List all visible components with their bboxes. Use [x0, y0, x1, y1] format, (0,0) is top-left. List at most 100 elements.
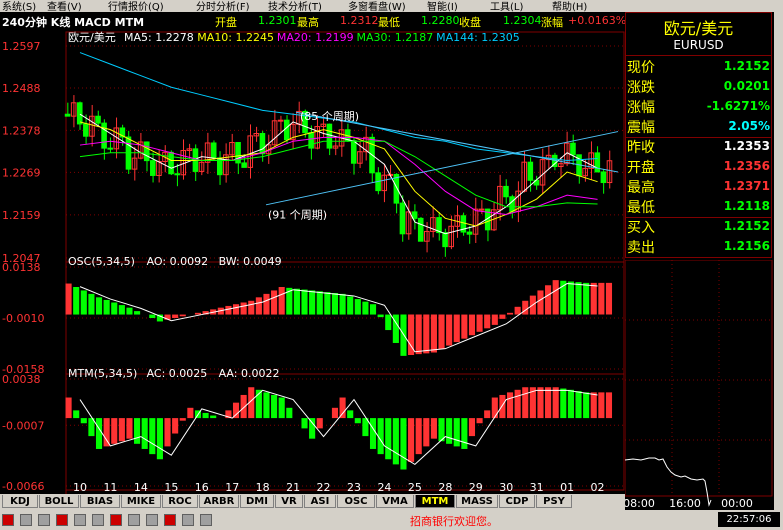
tab-kdj[interactable]: KDJ: [2, 495, 38, 508]
menu-item-6[interactable]: 智能(I): [427, 0, 458, 12]
x-tick-label: 16: [195, 481, 209, 494]
low-value: 1.2280: [421, 14, 460, 27]
kline-chart[interactable]: 1.25971.24881.23781.22691.21591.2047欧元/美…: [0, 29, 625, 494]
x-tick-label: 23: [347, 481, 361, 494]
ma-legend-item: MA10: 1.2245: [197, 31, 274, 44]
status-tool-icon[interactable]: [2, 514, 14, 526]
ma-legend-item: MA30: 1.2187: [357, 31, 434, 44]
menu-item-0[interactable]: 系统(S): [2, 0, 36, 12]
x-tick-label: 24: [377, 481, 391, 494]
menu-item-5[interactable]: 多窗看盘(W): [348, 0, 406, 12]
menu-item-1[interactable]: 查看(V): [47, 0, 82, 12]
tab-mtm[interactable]: MTM: [415, 495, 455, 508]
candle-body: [527, 161, 534, 181]
candle-body: [107, 147, 113, 150]
tab-mike[interactable]: MIKE: [121, 495, 161, 508]
x-tick-label: 21: [286, 481, 300, 494]
x-tick-label: 28: [438, 481, 452, 494]
candle-body: [101, 122, 107, 149]
candle-body: [466, 231, 473, 235]
quote-label: 昨收: [627, 140, 655, 156]
mini-frame: [625, 260, 773, 497]
tab-bias[interactable]: BIAS: [80, 495, 120, 508]
quote-value: 1.2371: [723, 179, 770, 193]
status-tool-icon[interactable]: [200, 514, 212, 526]
tab-roc[interactable]: ROC: [162, 495, 198, 508]
x-tick-label: 30: [499, 481, 513, 494]
tab-mass[interactable]: MASS: [456, 495, 498, 508]
status-tool-icon[interactable]: [74, 514, 86, 526]
status-tool-icon[interactable]: [146, 514, 158, 526]
status-tool-icon[interactable]: [182, 514, 194, 526]
annotation-lower: (91 个周期): [268, 208, 327, 221]
candle-body: [174, 173, 180, 176]
tab-asi[interactable]: ASI: [304, 495, 336, 508]
candle-body: [83, 123, 89, 137]
candle-body: [600, 171, 607, 184]
low-label: 最低: [378, 16, 400, 29]
status-tool-icon[interactable]: [20, 514, 32, 526]
x-tick-label: 10: [73, 481, 87, 494]
quote-value: 1.2156: [723, 239, 770, 253]
status-icons: [2, 514, 302, 526]
candle-body: [168, 151, 174, 175]
quote-label: 开盘: [627, 160, 655, 176]
candle-body: [308, 132, 314, 149]
tab-psy[interactable]: PSY: [536, 495, 572, 508]
status-tool-icon[interactable]: [164, 514, 176, 526]
candle-body: [594, 152, 601, 173]
x-tick-label: 29: [469, 481, 483, 494]
symbol-code: EURUSD: [673, 38, 724, 52]
x-tick-label: 25: [408, 481, 422, 494]
tab-boll[interactable]: BOLL: [39, 495, 79, 508]
indicator-tick-label: -0.0010: [2, 312, 44, 325]
change-value: +0.0163%: [568, 14, 627, 27]
quote-value: 2.05%: [728, 119, 770, 133]
quote-panel: 欧元/美元 EURUSD 现价 1.2152 涨跌 0.0201 涨幅 -1.6271% 震…: [625, 12, 774, 510]
tab-cdp[interactable]: CDP: [499, 495, 535, 508]
candle-body: [210, 142, 217, 159]
indicator-legend-item: AA: 0.0022: [219, 367, 280, 380]
mini-time-label: 00:00: [721, 497, 753, 510]
quote-value: 1.2152: [723, 59, 770, 73]
indicator-legend-item: BW: 0.0049: [219, 255, 282, 268]
indicator-tick-label: -0.0066: [2, 480, 44, 493]
tab-osc[interactable]: OSC: [337, 495, 375, 508]
tab-dmi[interactable]: DMI: [240, 495, 274, 508]
status-tool-icon[interactable]: [128, 514, 140, 526]
quote-label: 最高: [627, 180, 655, 196]
candle-body: [411, 211, 418, 219]
candle-body: [393, 173, 400, 204]
candle-body: [259, 133, 266, 155]
quote-label: 最低: [627, 200, 655, 216]
indicator-tab-bar: KDJ BOLL BIAS MIKE ROC ARBR DMI VR ASI OSC VMA MTM M…: [0, 494, 625, 510]
quote-value: 1.2353: [723, 139, 770, 153]
status-tool-icon[interactable]: [110, 514, 122, 526]
price-tick-label: 1.2269: [2, 166, 41, 179]
quote-value: 0.0201: [723, 79, 770, 93]
status-tool-icon[interactable]: [92, 514, 104, 526]
menu-item-7[interactable]: 工具(L): [490, 0, 523, 12]
menu-item-2[interactable]: 行情报价(Q): [108, 0, 164, 12]
close-value: 1.2304: [503, 14, 542, 27]
quote-label: 涨幅: [627, 100, 655, 116]
status-tool-icon[interactable]: [56, 514, 68, 526]
menu-item-8[interactable]: 帮助(H): [552, 0, 587, 12]
status-tool-icon[interactable]: [38, 514, 50, 526]
open-label: 开盘: [215, 16, 237, 29]
menu-item-3[interactable]: 分时分析(F): [196, 0, 250, 12]
quote-label: 卖出: [627, 240, 655, 256]
candle-body: [76, 102, 83, 125]
price-tick-label: 1.2159: [2, 209, 41, 222]
menu-item-4[interactable]: 技术分析(T): [268, 0, 322, 12]
quote-value: 1.2152: [723, 219, 770, 233]
candle-body: [64, 113, 71, 117]
mini-time-label: 08:00: [625, 497, 655, 510]
x-tick-label: 02: [591, 481, 605, 494]
tab-vma[interactable]: VMA: [376, 495, 414, 508]
indicator-tick-label: -0.0007: [2, 419, 44, 432]
tab-vr[interactable]: VR: [275, 495, 303, 508]
price-tick-label: 1.2597: [2, 40, 41, 53]
tab-arbr[interactable]: ARBR: [199, 495, 239, 508]
right-toolbar: [774, 12, 783, 510]
